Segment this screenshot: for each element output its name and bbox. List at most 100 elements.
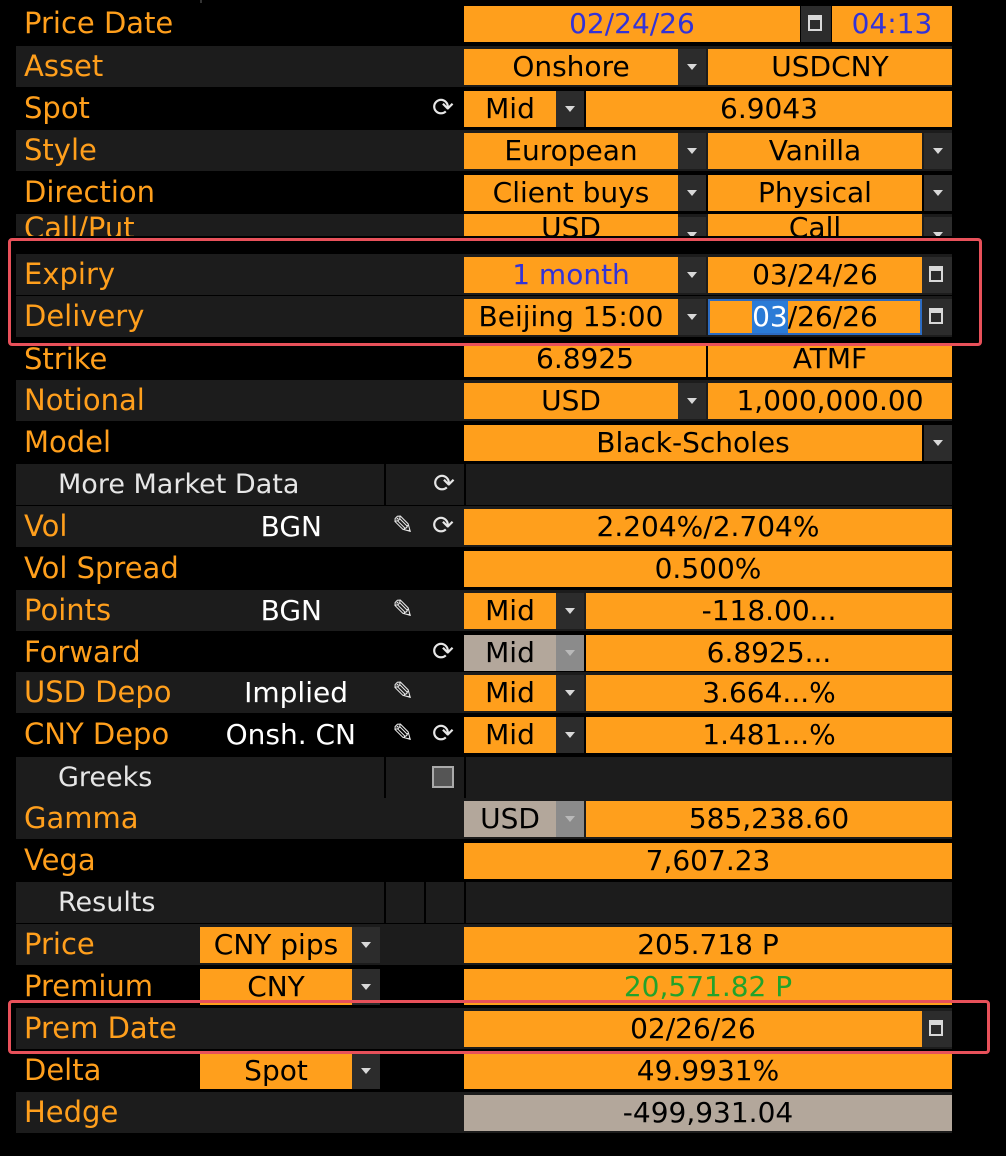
premium-label: Premium xyxy=(24,969,154,1003)
vol-value-field[interactable]: 2.204%/2.704% xyxy=(464,509,952,545)
expiry-tenor-select[interactable]: 1 month xyxy=(464,257,678,293)
spot-side-select[interactable]: Mid xyxy=(464,91,556,127)
row-hedge: Hedge -499,931.04 xyxy=(16,1092,952,1133)
gamma-ccy-dropdown-icon xyxy=(556,801,584,837)
forward-value-field[interactable]: 6.8925... xyxy=(586,635,952,671)
model-select[interactable]: Black-Scholes xyxy=(464,425,922,461)
direction-label: Direction xyxy=(24,175,156,209)
hedge-label: Hedge xyxy=(24,1095,119,1129)
direction-side-dropdown-icon[interactable] xyxy=(678,175,706,211)
strike-mode-field[interactable]: ATMF xyxy=(708,346,952,377)
cny-depo-refresh-icon[interactable]: ⟳ xyxy=(428,714,458,755)
row-price: Price CNY pips 205.718 P xyxy=(16,924,952,965)
row-vega: Vega 7,607.23 xyxy=(16,840,952,881)
delivery-label: Delivery xyxy=(24,299,145,333)
usd-depo-pencil-icon[interactable]: ✎ xyxy=(388,672,418,713)
cny-depo-side-select[interactable]: Mid xyxy=(464,717,556,753)
direction-side-select[interactable]: Client buys xyxy=(464,175,678,211)
row-usd-depo: USD Depo Implied ✎ Mid 3.664...% xyxy=(16,672,952,713)
price-unit-select[interactable]: CNY pips xyxy=(200,927,352,963)
section-results[interactable]: Results xyxy=(16,882,952,923)
vol-spread-field[interactable]: 0.500% xyxy=(464,551,952,587)
notional-amount-field[interactable]: 1,000,000.00 xyxy=(708,383,952,419)
row-vol-spread: Vol Spread 0.500% xyxy=(16,548,952,589)
asset-pair-field[interactable]: USDCNY xyxy=(708,49,952,85)
forward-side-dropdown-icon xyxy=(556,635,584,671)
call-put-type-select[interactable]: Call xyxy=(708,214,922,236)
style-exercise-select[interactable]: European xyxy=(464,133,678,169)
prem-date-calendar-icon[interactable] xyxy=(922,1011,952,1047)
delivery-date-rest-text: /26/26 xyxy=(787,300,878,333)
spot-value-field[interactable]: 6.9043 xyxy=(586,91,952,127)
call-put-type-dropdown-icon[interactable] xyxy=(924,217,952,236)
points-side-dropdown-icon[interactable] xyxy=(556,593,584,629)
delivery-cut-dropdown-icon[interactable] xyxy=(678,299,706,335)
points-side-select[interactable]: Mid xyxy=(464,593,556,629)
section-separator xyxy=(384,757,386,798)
gamma-ccy-select: USD xyxy=(464,801,556,837)
call-put-ccy-select[interactable]: USD xyxy=(464,214,678,236)
vol-pencil-icon[interactable]: ✎ xyxy=(388,506,418,547)
row-prem-date: Prem Date 02/26/26 xyxy=(16,1008,952,1049)
strike-value-field[interactable]: 6.8925 xyxy=(464,346,706,377)
delivery-date-input[interactable]: 03/26/26 xyxy=(708,299,922,335)
row-asset: Asset Onshore USDCNY xyxy=(16,46,952,87)
cny-depo-side-dropdown-icon[interactable] xyxy=(556,717,584,753)
expiry-date-field[interactable]: 03/24/26 xyxy=(708,257,922,293)
section-separator xyxy=(384,882,386,923)
call-put-ccy-dropdown-icon[interactable] xyxy=(678,217,706,236)
notional-ccy-dropdown-icon[interactable] xyxy=(678,383,706,419)
price-unit-dropdown-icon[interactable] xyxy=(352,927,380,963)
market-data-refresh-icon[interactable]: ⟳ xyxy=(429,464,459,505)
section-greeks[interactable]: Greeks xyxy=(16,757,952,798)
usd-depo-label: USD Depo xyxy=(24,675,172,709)
cny-depo-value-field[interactable]: 1.481...% xyxy=(586,717,952,753)
greeks-checkbox-icon[interactable] xyxy=(432,766,454,788)
row-vol: Vol BGN ✎ ⟳ 2.204%/2.704% xyxy=(16,506,952,547)
usd-depo-source: Implied xyxy=(244,676,348,709)
delta-mode-dropdown-icon[interactable] xyxy=(352,1053,380,1089)
vega-value-field: 7,607.23 xyxy=(464,843,952,879)
section-more-market-data[interactable]: More Market Data ⟳ xyxy=(16,464,952,505)
points-pencil-icon[interactable]: ✎ xyxy=(388,590,418,631)
delta-value-field: 49.9931% xyxy=(464,1053,952,1089)
style-exercise-dropdown-icon[interactable] xyxy=(678,133,706,169)
asset-market-dropdown-icon[interactable] xyxy=(678,49,706,85)
cny-depo-pencil-icon[interactable]: ✎ xyxy=(388,714,418,755)
expiry-calendar-icon[interactable] xyxy=(922,257,952,293)
expiry-tenor-dropdown-icon[interactable] xyxy=(678,257,706,293)
premium-ccy-dropdown-icon[interactable] xyxy=(352,969,380,1005)
price-time-field[interactable]: 04:13 xyxy=(832,6,952,42)
usd-depo-side-select[interactable]: Mid xyxy=(464,675,556,711)
prem-date-field[interactable]: 02/26/26 xyxy=(464,1011,922,1047)
points-value-field[interactable]: -118.00... xyxy=(586,593,952,629)
price-date-field[interactable]: 02/24/26 xyxy=(464,6,800,42)
row-model: Model Black-Scholes xyxy=(16,422,952,463)
direction-settle-select[interactable]: Physical xyxy=(708,175,922,211)
spot-refresh-icon[interactable]: ⟳ xyxy=(428,88,458,129)
delta-mode-select[interactable]: Spot xyxy=(200,1053,352,1089)
style-type-select[interactable]: Vanilla xyxy=(708,133,922,169)
row-gamma: Gamma USD 585,238.60 xyxy=(16,798,952,839)
vol-label: Vol xyxy=(24,509,68,543)
vol-refresh-icon[interactable]: ⟳ xyxy=(428,506,458,547)
notional-ccy-select[interactable]: USD xyxy=(464,383,678,419)
vol-source: BGN xyxy=(260,510,322,543)
delivery-cut-select[interactable]: Beijing 15:00 xyxy=(464,299,678,335)
forward-refresh-icon[interactable]: ⟳ xyxy=(428,632,458,673)
price-date-calendar-icon[interactable] xyxy=(801,6,831,42)
model-dropdown-icon[interactable] xyxy=(924,425,952,461)
asset-market-select[interactable]: Onshore xyxy=(464,49,678,85)
cny-depo-label: CNY Depo xyxy=(24,717,170,751)
row-delivery: Delivery Beijing 15:00 03/26/26 xyxy=(16,296,952,337)
price-value-field: 205.718 P xyxy=(464,927,952,963)
usd-depo-side-dropdown-icon[interactable] xyxy=(556,675,584,711)
premium-ccy-select[interactable]: CNY xyxy=(200,969,352,1005)
direction-settle-dropdown-icon[interactable] xyxy=(924,175,952,211)
usd-depo-value-field[interactable]: 3.664...% xyxy=(586,675,952,711)
row-spot: Spot ⟳ Mid 6.9043 xyxy=(16,88,952,129)
spot-side-dropdown-icon[interactable] xyxy=(556,91,584,127)
style-type-dropdown-icon[interactable] xyxy=(924,133,952,169)
row-delta: Delta Spot 49.9931% xyxy=(16,1050,952,1091)
delivery-calendar-icon[interactable] xyxy=(922,299,952,335)
